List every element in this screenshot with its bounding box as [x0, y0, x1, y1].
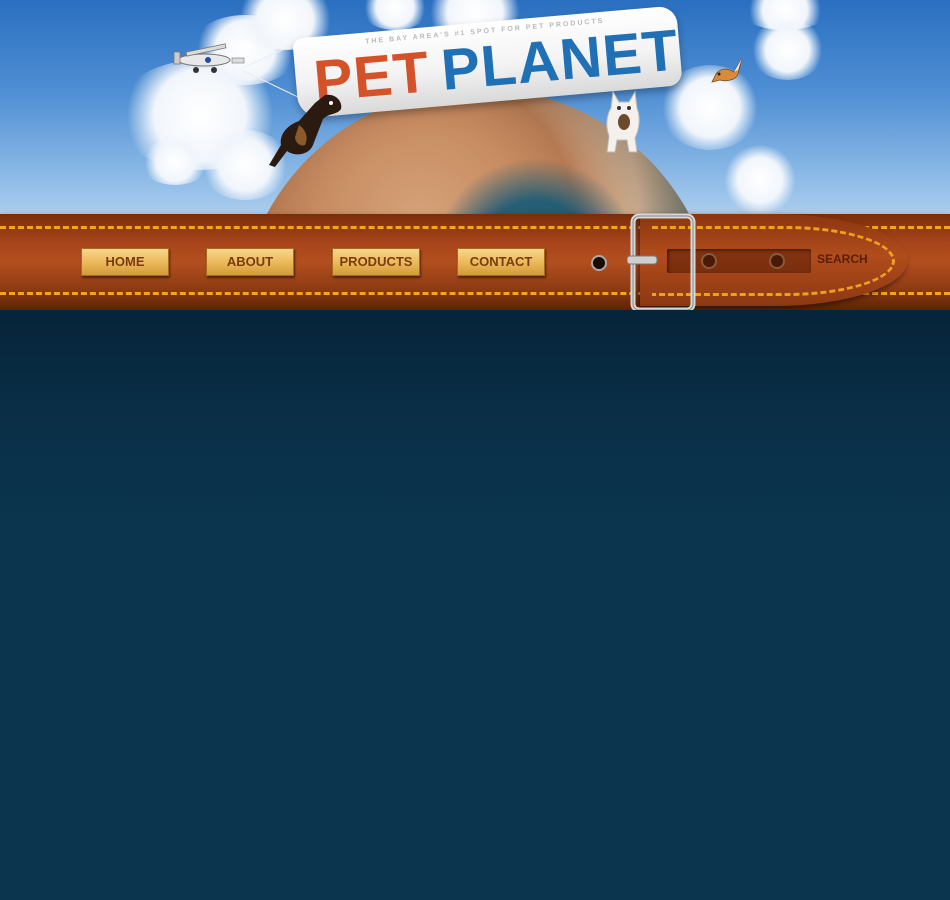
airplane-icon: [173, 43, 245, 73]
nav-contact-button[interactable]: CONTACT: [457, 248, 545, 276]
search-button[interactable]: SEARCH: [817, 252, 868, 266]
belt-hole-icon: [701, 253, 717, 269]
cloud: [725, 145, 795, 215]
belt-buckle-icon: [627, 213, 696, 313]
belt-hole-icon: [591, 255, 607, 271]
main-content-area: [0, 310, 950, 900]
nav-home-button[interactable]: HOME: [81, 248, 169, 276]
nav-products-button[interactable]: PRODUCTS: [332, 248, 420, 276]
bird-icon: [711, 57, 743, 83]
cloud: [140, 140, 210, 185]
header-banner: THE BAY AREA'S #1 SPOT FOR PET PRODUCTS …: [0, 0, 950, 230]
cloud: [750, 20, 825, 80]
nav-about-button[interactable]: ABOUT: [206, 248, 294, 276]
cat-icon: [606, 90, 640, 153]
dog-icon: [269, 94, 342, 167]
belt-hole-icon: [769, 253, 785, 269]
